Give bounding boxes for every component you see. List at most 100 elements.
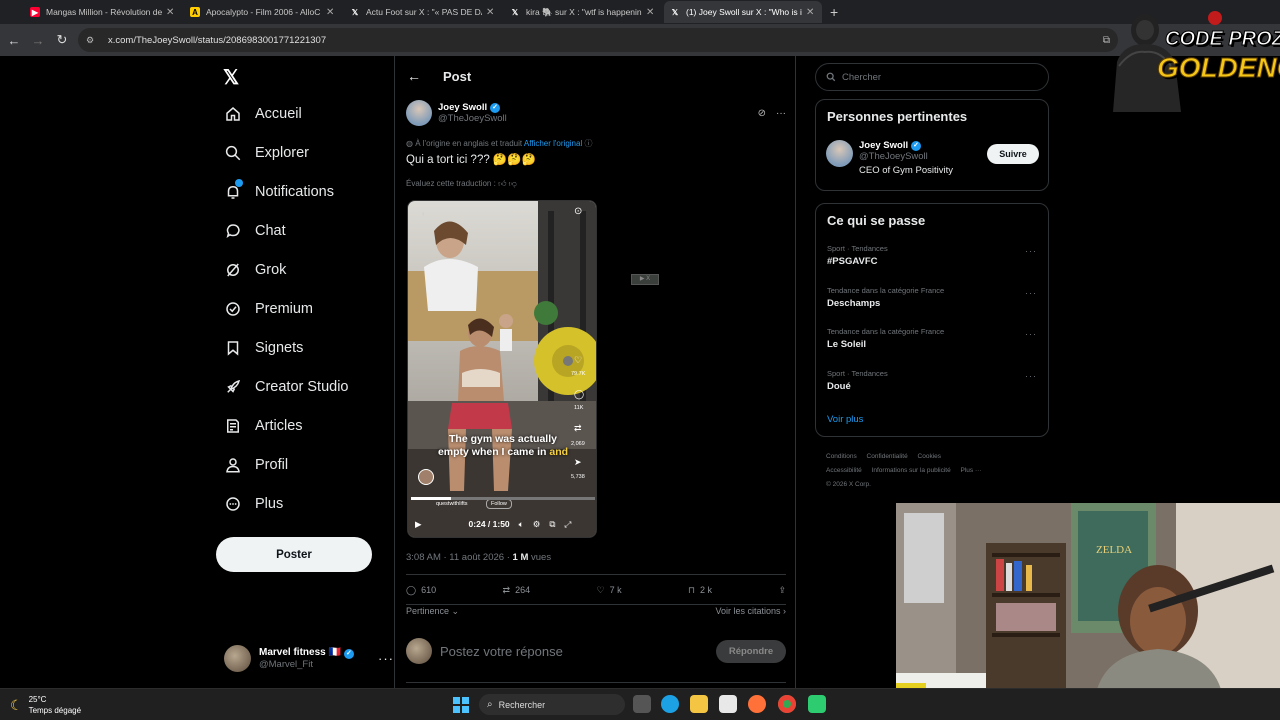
weather-widget[interactable]: ☾ 25°C Temps dégagé: [10, 694, 81, 716]
share-button[interactable]: ⇪: [778, 585, 786, 596]
sidebar-item-profil[interactable]: Profil: [216, 450, 288, 480]
sidebar-item-plus[interactable]: Plus: [216, 489, 283, 519]
video-progress-bar[interactable]: [411, 497, 595, 500]
file-explorer-icon[interactable]: [690, 695, 708, 713]
author-name[interactable]: Joey Swoll ✓: [438, 102, 507, 113]
more-icon[interactable]: ···: [1025, 288, 1037, 298]
see-more-link[interactable]: Voir plus: [827, 414, 863, 425]
reload-icon[interactable]: ↻: [50, 32, 74, 48]
pip-icon[interactable]: ⧉: [549, 519, 555, 530]
taskbar-search[interactable]: ⌕ Rechercher: [479, 694, 625, 715]
settings-icon[interactable]: ⚙: [533, 519, 541, 530]
reply-input[interactable]: Postez votre réponse: [440, 644, 563, 659]
chrome-icon[interactable]: [778, 695, 796, 713]
address-bar[interactable]: ⚙ x.com/TheJoeySwoll/status/208698300177…: [78, 28, 1118, 52]
footer-link[interactable]: Plus ···: [961, 467, 982, 474]
footer-links: Conditions Confidentialité Cookies Acces…: [826, 450, 1052, 492]
info-icon[interactable]: ⓘ: [584, 139, 592, 148]
trend-item[interactable]: Sport · Tendances #PSGAVFC ···: [827, 244, 1039, 267]
view-quotes-link[interactable]: Voir les citations ›: [715, 606, 786, 617]
fullscreen-icon[interactable]: ⤢: [564, 519, 571, 530]
more-icon[interactable]: ···: [1025, 329, 1037, 339]
tab-title: Actu Foot sur X : "« PAS DE DAN: [366, 7, 482, 17]
browser-tab[interactable]: 𝕏 Actu Foot sur X : "« PAS DE DAN ✕: [344, 1, 502, 23]
sidebar-item-creator-studio[interactable]: Creator Studio: [216, 372, 349, 402]
sort-dropdown[interactable]: Pertinence ⌄: [406, 606, 459, 617]
task-view-icon[interactable]: [633, 695, 651, 713]
browser-tab-active[interactable]: 𝕏 (1) Joey Swoll sur X : "Who is in ✕: [664, 1, 822, 23]
sidebar-item-premium[interactable]: Premium: [216, 294, 313, 324]
back-arrow-icon[interactable]: ←: [2, 33, 26, 48]
thumbs-up-icon[interactable]: 👍︎: [498, 179, 506, 188]
volume-icon[interactable]: 🔈︎: [519, 519, 524, 530]
avatar[interactable]: [406, 100, 432, 126]
sidebar-item-signets[interactable]: Signets: [216, 333, 303, 363]
show-original-link[interactable]: Afficher l'original: [524, 139, 582, 148]
footer-link[interactable]: Accessibilité: [826, 467, 862, 474]
sidebar-item-explorer[interactable]: Explorer: [216, 138, 309, 168]
more-icon[interactable]: ···: [776, 108, 786, 119]
author-handle[interactable]: @TheJoeySwoll: [438, 113, 507, 124]
site-info-icon[interactable]: ⚙: [86, 35, 102, 46]
footer-link[interactable]: Cookies: [918, 453, 941, 460]
sidebar-item-accueil[interactable]: Accueil: [216, 99, 302, 129]
like-icon[interactable]: ♡: [574, 355, 582, 366]
firefox-icon[interactable]: [748, 695, 766, 713]
bookmark-button[interactable]: ⊓ 2 k: [688, 585, 712, 596]
app-icon[interactable]: [808, 695, 826, 713]
back-arrow-icon[interactable]: ‹: [422, 209, 425, 218]
more-icon[interactable]: ···: [1025, 371, 1037, 381]
sidebar-item-articles[interactable]: Articles: [216, 411, 303, 441]
trend-item[interactable]: Sport · Tendances Doué ···: [827, 369, 1039, 392]
weather-text: Temps dégagé: [28, 706, 82, 715]
sidebar-item-chat[interactable]: Chat: [216, 216, 286, 246]
repost-button[interactable]: ⇄ 264: [503, 585, 531, 596]
sidebar-item-notifications[interactable]: Notifications: [216, 177, 334, 207]
video-player[interactable]: ⊙ ‹ ♡ 79.7K ◯ 11K ⇄ 2,069 ➤ 5,738 The gy…: [407, 200, 597, 538]
screen: ▶ Mangas Million - Révolution de ✕ A Apo…: [0, 0, 1280, 720]
trend-item[interactable]: Tendance dans la catégorie France Descha…: [827, 286, 1039, 309]
trend-item[interactable]: Tendance dans la catégorie France Le Sol…: [827, 327, 1039, 350]
browser-tab[interactable]: A Apocalypto - Film 2006 - AlloC ✕: [184, 1, 342, 23]
forward-arrow-icon[interactable]: →: [26, 33, 50, 48]
footer-link[interactable]: Confidentialité: [867, 453, 908, 460]
video-follow-button[interactable]: Follow: [486, 499, 512, 509]
reply-submit-button[interactable]: Répondre: [716, 639, 786, 663]
account-switcher[interactable]: Marvel fitness 🇫🇷 ✓ @Marvel_Fit ···: [224, 642, 394, 674]
close-tab-icon[interactable]: ✕: [326, 7, 336, 18]
edge-icon[interactable]: [661, 695, 679, 713]
store-icon[interactable]: [719, 695, 737, 713]
windows-start-icon[interactable]: [453, 697, 469, 713]
play-icon[interactable]: ▶: [415, 519, 422, 530]
close-tab-icon[interactable]: ✕: [166, 7, 176, 18]
reply-icon: ◯: [406, 584, 417, 595]
grok-icon[interactable]: ⊘: [758, 108, 766, 119]
sidebar-item-grok[interactable]: Grok: [216, 255, 286, 285]
x-logo-icon[interactable]: 𝕏: [223, 65, 239, 90]
browser-tab[interactable]: 𝕏 kira 🐘 sur X : "wtf is happening ✕: [504, 1, 662, 23]
follow-button[interactable]: Suivre: [987, 144, 1039, 164]
footer-link[interactable]: Informations sur la publicité: [872, 467, 951, 474]
post-button[interactable]: Poster: [216, 537, 372, 572]
new-tab-button[interactable]: +: [830, 4, 838, 20]
more-icon[interactable]: ···: [1025, 246, 1037, 256]
search-icon: [826, 72, 836, 82]
reply-button[interactable]: ◯ 610: [406, 585, 436, 596]
camera-icon[interactable]: ⊙: [574, 206, 582, 217]
more-icon[interactable]: ···: [378, 651, 394, 666]
post-actions-top: ⊘ ···: [758, 108, 786, 119]
temperature: 25°C: [28, 695, 47, 704]
panel-title: Personnes pertinentes: [827, 109, 968, 124]
search-input[interactable]: Chercher: [815, 63, 1049, 91]
close-tab-icon[interactable]: ✕: [486, 7, 496, 18]
thumbs-down-icon[interactable]: 👎︎: [509, 179, 517, 188]
browser-tab[interactable]: ▶ Mangas Million - Révolution de ✕: [24, 1, 182, 23]
like-button[interactable]: ♡ 7 k: [597, 585, 622, 596]
divider: [406, 574, 786, 575]
comment-icon[interactable]: ◯: [574, 389, 584, 400]
close-tab-icon[interactable]: ✕: [646, 7, 656, 18]
tab-title: kira 🐘 sur X : "wtf is happening: [526, 6, 642, 17]
back-arrow-icon[interactable]: ←: [407, 68, 443, 84]
close-tab-icon[interactable]: ✕: [806, 7, 816, 18]
footer-link[interactable]: Conditions: [826, 453, 857, 460]
